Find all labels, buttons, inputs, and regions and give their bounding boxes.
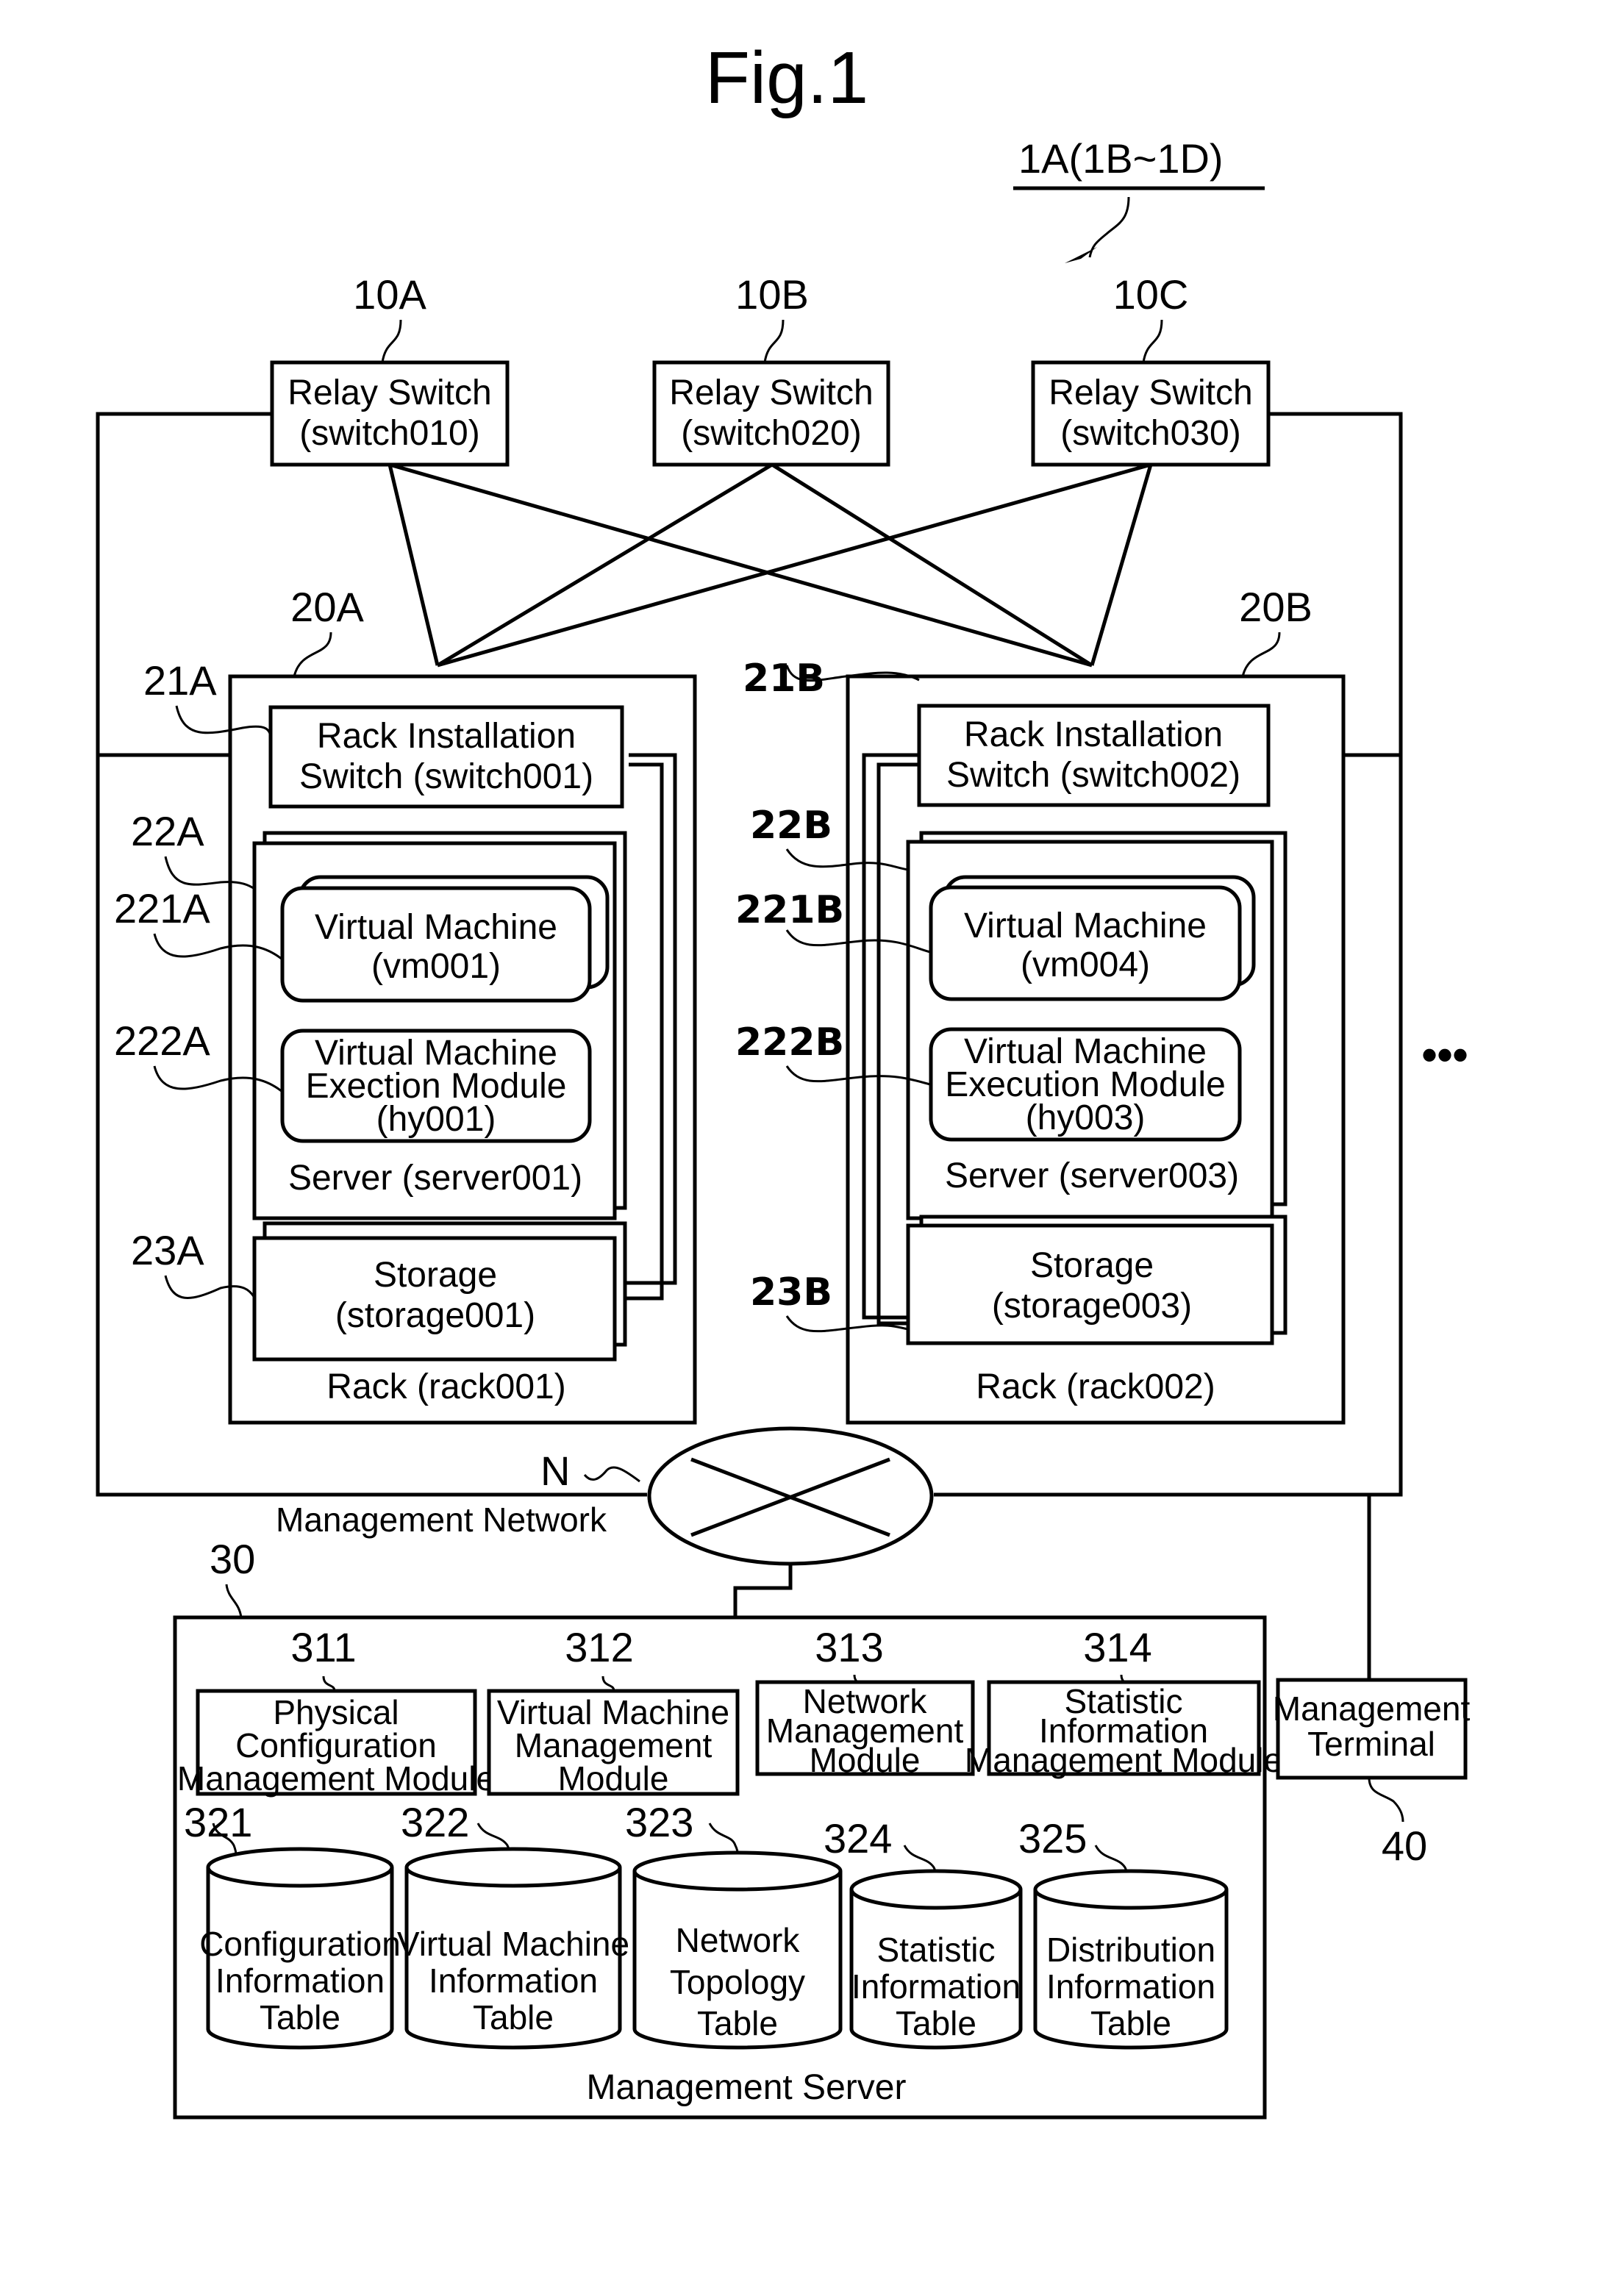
rack-switch-ref: 21B bbox=[743, 657, 825, 701]
hypervisor-ref: 222B bbox=[735, 1020, 844, 1065]
relay-switch-label: Relay Switch bbox=[288, 373, 491, 412]
table-ref: 321 bbox=[184, 1799, 252, 1845]
vm-ref: 221A bbox=[114, 885, 210, 931]
system-reference-leader bbox=[1088, 196, 1130, 258]
storage-ref: 23B bbox=[750, 1270, 832, 1315]
relay-switch-ref: 10B bbox=[735, 271, 809, 318]
table-label-3: Table bbox=[260, 1998, 340, 2036]
relay-switch-10c[interactable]: 10C Relay Switch (switch030) bbox=[1031, 271, 1271, 467]
module-label-3: Module bbox=[810, 1741, 921, 1779]
management-server-30[interactable]: 30 311 Physical Configuration Management… bbox=[173, 1536, 1282, 2120]
vm-label: Virtual Machine bbox=[964, 906, 1207, 945]
management-terminal-ref: 40 bbox=[1382, 1823, 1427, 1869]
relay-uplinks bbox=[388, 462, 1153, 668]
module-ref: 313 bbox=[815, 1624, 883, 1670]
table-label-1: Configuration bbox=[199, 1925, 401, 1963]
relay-switch-id: (switch020) bbox=[681, 414, 861, 453]
leader-line bbox=[293, 632, 332, 677]
rack-label: Rack (rack001) bbox=[326, 1367, 565, 1406]
rack-ref: 20B bbox=[1239, 584, 1312, 630]
table-label-1: Virtual Machine bbox=[397, 1925, 629, 1963]
table-label-3: Table bbox=[697, 2004, 778, 2042]
vm-id: (vm004) bbox=[1021, 945, 1150, 984]
module-label-3: Management Module bbox=[965, 1741, 1282, 1779]
vm-label: Virtual Machine bbox=[315, 908, 557, 947]
relay-switch-10a[interactable]: 10A Relay Switch (switch010) bbox=[270, 271, 510, 467]
table-label-2: Topology bbox=[670, 1963, 805, 2001]
table-ref: 324 bbox=[824, 1815, 892, 1862]
relay-switch-ref: 10C bbox=[1113, 271, 1189, 318]
table-label-1: Network bbox=[676, 1921, 801, 1959]
vm-ref: 221B bbox=[735, 888, 844, 932]
management-server-ref: 30 bbox=[210, 1536, 255, 1582]
storage-id: (storage001) bbox=[335, 1296, 535, 1335]
server-ref: 22B bbox=[750, 804, 832, 848]
module-ref: 314 bbox=[1083, 1624, 1151, 1670]
leader-line bbox=[1142, 319, 1163, 363]
table-label-3: Table bbox=[896, 2004, 976, 2042]
module-ref: 311 bbox=[290, 1624, 356, 1670]
rack-switch-ref: 21A bbox=[143, 657, 217, 704]
leader-line bbox=[1368, 1777, 1404, 1823]
storage-label: Storage bbox=[1030, 1246, 1154, 1285]
server-label: Server (server003) bbox=[945, 1156, 1239, 1195]
rack-20b[interactable]: 20B 21B Rack Installation Switch (switch… bbox=[735, 584, 1346, 1425]
table-label-2: Information bbox=[1046, 1967, 1215, 2006]
table-ref: 322 bbox=[401, 1799, 469, 1845]
table-label-2: Information bbox=[215, 1961, 385, 2000]
storage-ref: 23A bbox=[131, 1227, 204, 1273]
arrow-head-icon bbox=[1065, 247, 1097, 263]
rack-switch-label: Rack Installation bbox=[317, 717, 576, 756]
more-racks-ellipsis: ••• bbox=[1421, 1030, 1468, 1079]
hypervisor-ref: 222A bbox=[114, 1018, 210, 1064]
server-network-link bbox=[733, 1564, 793, 1617]
network-label: Management Network bbox=[276, 1501, 607, 1539]
table-ref: 325 bbox=[1018, 1815, 1087, 1862]
module-label-3: Management Module bbox=[177, 1759, 495, 1798]
management-server-label: Management Server bbox=[587, 2068, 907, 2107]
table-label-2: Information bbox=[851, 1967, 1021, 2006]
leader-line bbox=[583, 1466, 640, 1483]
rack-ref: 20A bbox=[290, 584, 364, 630]
hypervisor-id: (hy003) bbox=[1026, 1098, 1146, 1137]
relay-switch-id: (switch010) bbox=[299, 414, 479, 453]
server-label: Server (server001) bbox=[288, 1159, 582, 1198]
table-label-1: Statistic bbox=[876, 1931, 995, 1969]
leader-line bbox=[763, 319, 785, 363]
storage-id: (storage003) bbox=[992, 1287, 1192, 1326]
vm-id: (vm001) bbox=[371, 947, 501, 986]
figure-title: Fig.1 bbox=[705, 37, 868, 119]
relay-switch-label: Relay Switch bbox=[1049, 373, 1252, 412]
rack-switch-id: Switch (switch001) bbox=[299, 757, 593, 796]
leader-line bbox=[381, 319, 402, 363]
management-terminal-40[interactable]: Management Terminal 40 bbox=[1273, 1678, 1471, 1869]
leader-line bbox=[225, 1584, 243, 1618]
table-label-2: Information bbox=[429, 1961, 598, 2000]
table-label-3: Table bbox=[1090, 2004, 1171, 2042]
relay-switch-10b[interactable]: 10B Relay Switch (switch020) bbox=[652, 271, 890, 467]
rack-label: Rack (rack002) bbox=[976, 1367, 1215, 1406]
leader-line bbox=[1241, 632, 1281, 677]
rack-20a[interactable]: 20A 21A Rack Installation Switch (switch… bbox=[114, 584, 697, 1425]
rack-switch-id: Switch (switch002) bbox=[946, 756, 1240, 795]
system-reference-label: 1A(1B~1D) bbox=[1018, 135, 1224, 182]
management-terminal-label-1: Management bbox=[1273, 1689, 1471, 1728]
storage-label: Storage bbox=[374, 1256, 497, 1295]
module-ref: 312 bbox=[565, 1624, 633, 1670]
relay-switch-id: (switch030) bbox=[1060, 414, 1240, 453]
relay-switch-label: Relay Switch bbox=[669, 373, 873, 412]
module-label-3: Module bbox=[558, 1759, 669, 1798]
table-ref: 323 bbox=[625, 1799, 693, 1845]
rack-switch-label: Rack Installation bbox=[964, 715, 1223, 754]
server-ref: 22A bbox=[131, 808, 204, 854]
relay-switch-ref: 10A bbox=[353, 271, 426, 318]
network-ref: N bbox=[540, 1448, 570, 1494]
table-label-3: Table bbox=[473, 1998, 554, 2036]
table-label-1: Distribution bbox=[1046, 1931, 1215, 1969]
hypervisor-id: (hy001) bbox=[376, 1100, 496, 1139]
management-terminal-label-2: Terminal bbox=[1307, 1725, 1435, 1763]
system-configuration-diagram: Fig.1 1A(1B~1D) 10A Relay Switch (switch… bbox=[96, 37, 1471, 2120]
